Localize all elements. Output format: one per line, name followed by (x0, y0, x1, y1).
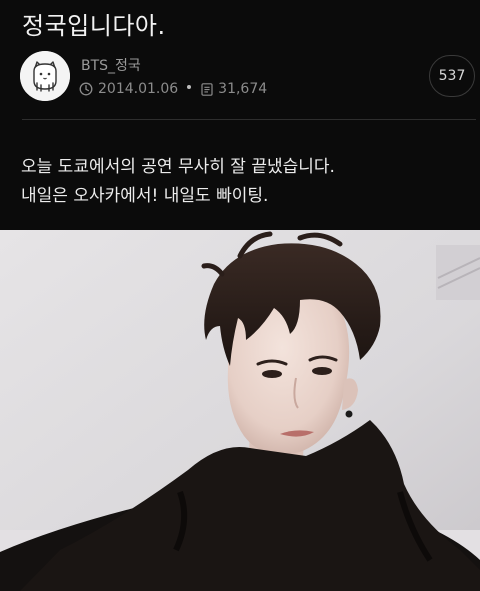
view-count: 31,674 (218, 81, 268, 97)
post-body: 오늘 도쿄에서의 공연 무사히 잘 끝냈습니다. 내일은 오사카에서! 내일도 … (21, 153, 335, 211)
document-icon (201, 82, 213, 96)
bear-mascot-icon (20, 51, 70, 101)
clock-icon (79, 82, 93, 96)
post-meta: 2014.01.06 31,674 (79, 79, 267, 99)
post-photo[interactable] (0, 230, 480, 591)
author-avatar[interactable] (20, 51, 70, 101)
author-name[interactable]: BTS_정국 (81, 55, 141, 75)
comment-count-label: 537 (438, 68, 466, 84)
header-divider (22, 119, 476, 120)
post-date: 2014.01.06 (98, 81, 179, 97)
post-title: 정국입니다아. (22, 12, 166, 40)
post-body-line: 오늘 도쿄에서의 공연 무사히 잘 끝냈습니다. (21, 157, 335, 177)
comment-count-button[interactable]: 537 (429, 55, 475, 97)
meta-separator-dot (187, 85, 192, 89)
post-body-line: 내일은 오사카에서! 내일도 빠이팅. (21, 186, 269, 206)
